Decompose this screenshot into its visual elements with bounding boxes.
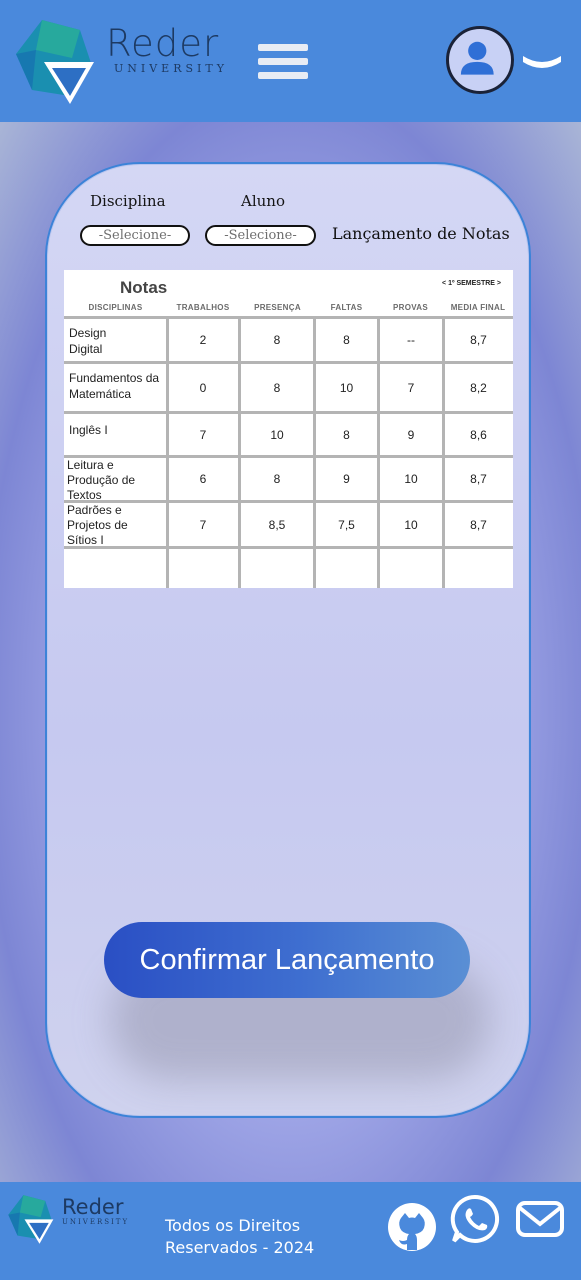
cell-trabalhos[interactable]: 7 xyxy=(168,518,238,532)
col-header-presenca: PRESENÇA xyxy=(254,303,301,312)
menu-icon[interactable] xyxy=(258,44,308,84)
cell-trabalhos[interactable]: 0 xyxy=(168,381,238,395)
logo-icon[interactable] xyxy=(12,18,102,108)
footer-brand: Reder UNIVERSITY xyxy=(62,1196,129,1226)
table-row[interactable]: Design Digital 2 8 8 -- 8,7 xyxy=(64,319,513,361)
cell-trabalhos[interactable]: 7 xyxy=(168,428,238,442)
cell-trabalhos[interactable]: 2 xyxy=(168,333,238,347)
col-header-disciplinas: DISCIPLINAS xyxy=(88,303,143,312)
semester-selector[interactable]: < 1º SEMESTRE > xyxy=(442,280,501,287)
header: Reder UNIVERSITY xyxy=(0,0,581,122)
table-title: Notas xyxy=(120,278,168,297)
footer-logo-icon[interactable] xyxy=(6,1194,58,1246)
cell-provas[interactable]: 10 xyxy=(379,472,443,486)
col-header-faltas: FALTAS xyxy=(330,303,363,312)
cell-subject: Leitura e Produção de Textos xyxy=(67,458,136,502)
cell-faltas[interactable]: 8 xyxy=(315,428,378,442)
cell-faltas[interactable]: 10 xyxy=(315,381,378,395)
cell-presenca[interactable]: 10 xyxy=(240,428,314,442)
cell-subject: Padrões e Projetos de Sítios I xyxy=(67,503,128,547)
cell-media[interactable]: 8,2 xyxy=(444,381,513,395)
cell-media[interactable]: 8,6 xyxy=(444,428,513,442)
disciplina-label: Disciplina xyxy=(90,192,166,210)
cell-media[interactable]: 8,7 xyxy=(444,472,513,486)
cell-presenca[interactable]: 8 xyxy=(240,333,314,347)
page-title: Lançamento de Notas xyxy=(332,224,510,243)
cell-subject: Design Digital xyxy=(69,326,107,356)
cell-subject: Fundamentos da Matemática xyxy=(69,371,160,401)
cell-presenca[interactable]: 8 xyxy=(240,472,314,486)
cell-faltas[interactable]: 7,5 xyxy=(315,518,378,532)
cell-media[interactable]: 8,7 xyxy=(444,333,513,347)
cell-provas[interactable]: -- xyxy=(379,333,443,347)
table-row[interactable]: Fundamentos da Matemática 0 8 10 7 8,2 xyxy=(64,364,513,411)
footer-brand-subtitle: UNIVERSITY xyxy=(62,1218,130,1226)
cell-subject: Inglês I xyxy=(69,423,108,437)
aluno-select[interactable]: -Selecione- xyxy=(205,225,316,246)
table-row[interactable]: Leitura e Produção de Textos 6 8 9 10 8,7 xyxy=(64,458,513,502)
cell-presenca[interactable]: 8 xyxy=(240,381,314,395)
copyright-text: Todos os Direitos Reservados - 2024 xyxy=(165,1215,314,1259)
cell-trabalhos[interactable]: 6 xyxy=(168,472,238,486)
confirm-button[interactable]: Confirmar Lançamento xyxy=(104,922,470,998)
user-icon xyxy=(460,41,494,75)
aluno-label: Aluno xyxy=(241,192,285,210)
footer-brand-name: Reder xyxy=(62,1195,124,1219)
col-header-trabalhos: TRABALHOS xyxy=(176,303,230,312)
mail-icon[interactable] xyxy=(515,1200,565,1240)
col-header-provas: PROVAS xyxy=(393,303,428,312)
table-divider xyxy=(64,546,513,549)
cell-provas[interactable]: 7 xyxy=(379,381,443,395)
footer: Reder UNIVERSITY Todos os Direitos Reser… xyxy=(0,1182,581,1280)
cell-provas[interactable]: 9 xyxy=(379,428,443,442)
col-header-media: MEDIA FINAL xyxy=(450,303,506,312)
table-row[interactable]: Inglês I 7 10 8 9 8,6 xyxy=(64,414,513,455)
cell-faltas[interactable]: 9 xyxy=(315,472,378,486)
cell-provas[interactable]: 10 xyxy=(379,518,443,532)
brand-subtitle: UNIVERSITY xyxy=(114,62,228,75)
grades-table: Notas < 1º SEMESTRE > DISCIPLINAS TRABAL… xyxy=(64,270,513,588)
cell-presenca[interactable]: 8,5 xyxy=(240,518,314,532)
copyright-line-2: Reservados - 2024 xyxy=(165,1238,315,1257)
cell-media[interactable]: 8,7 xyxy=(444,518,513,532)
chevron-down-icon[interactable] xyxy=(521,50,563,72)
copyright-line-1: Todos os Direitos xyxy=(165,1216,301,1235)
brand: Reder UNIVERSITY xyxy=(106,22,228,76)
disciplina-select[interactable]: -Selecione- xyxy=(80,225,190,246)
table-row[interactable]: Padrões e Projetos de Sítios I 7 8,5 7,5 10 8… xyxy=(64,503,513,547)
cell-faltas[interactable]: 8 xyxy=(315,333,378,347)
github-icon[interactable] xyxy=(387,1202,437,1252)
brand-name: Reder xyxy=(106,22,220,65)
user-avatar[interactable] xyxy=(446,26,514,94)
whatsapp-icon[interactable] xyxy=(450,1194,500,1244)
